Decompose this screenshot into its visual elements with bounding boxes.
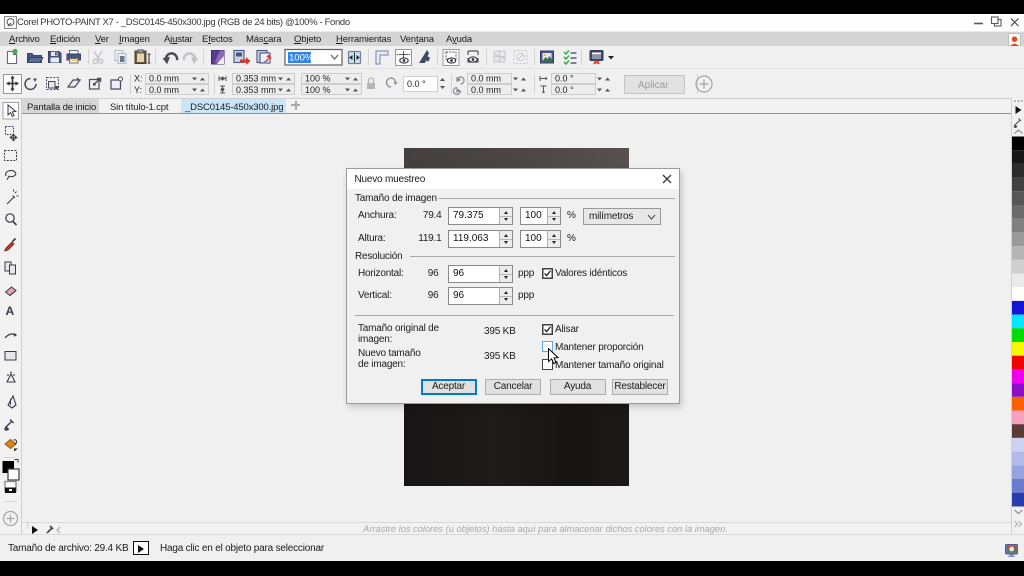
svg-text:0.0 °: 0.0 ° [555, 85, 574, 95]
svg-text:100 %: 100 % [305, 85, 331, 95]
svg-text:0.0 mm: 0.0 mm [471, 74, 501, 84]
svg-text:0.0 mm: 0.0 mm [149, 85, 179, 95]
svg-text:0.0 °: 0.0 ° [407, 79, 426, 89]
svg-text:0.353 mm: 0.353 mm [236, 85, 276, 95]
svg-text:0.353 mm: 0.353 mm [236, 74, 276, 84]
svg-text:100%: 100% [289, 53, 314, 64]
svg-text:100 %: 100 % [305, 74, 331, 84]
svg-text:X:: X: [134, 74, 143, 84]
svg-text:Aplicar: Aplicar [638, 80, 669, 91]
svg-text:A: A [6, 304, 15, 318]
svg-text:0.0 mm: 0.0 mm [471, 85, 501, 95]
svg-text:0.0 mm: 0.0 mm [149, 74, 179, 84]
svg-text:0.0 °: 0.0 ° [555, 74, 574, 84]
svg-text:Y:: Y: [134, 85, 142, 95]
